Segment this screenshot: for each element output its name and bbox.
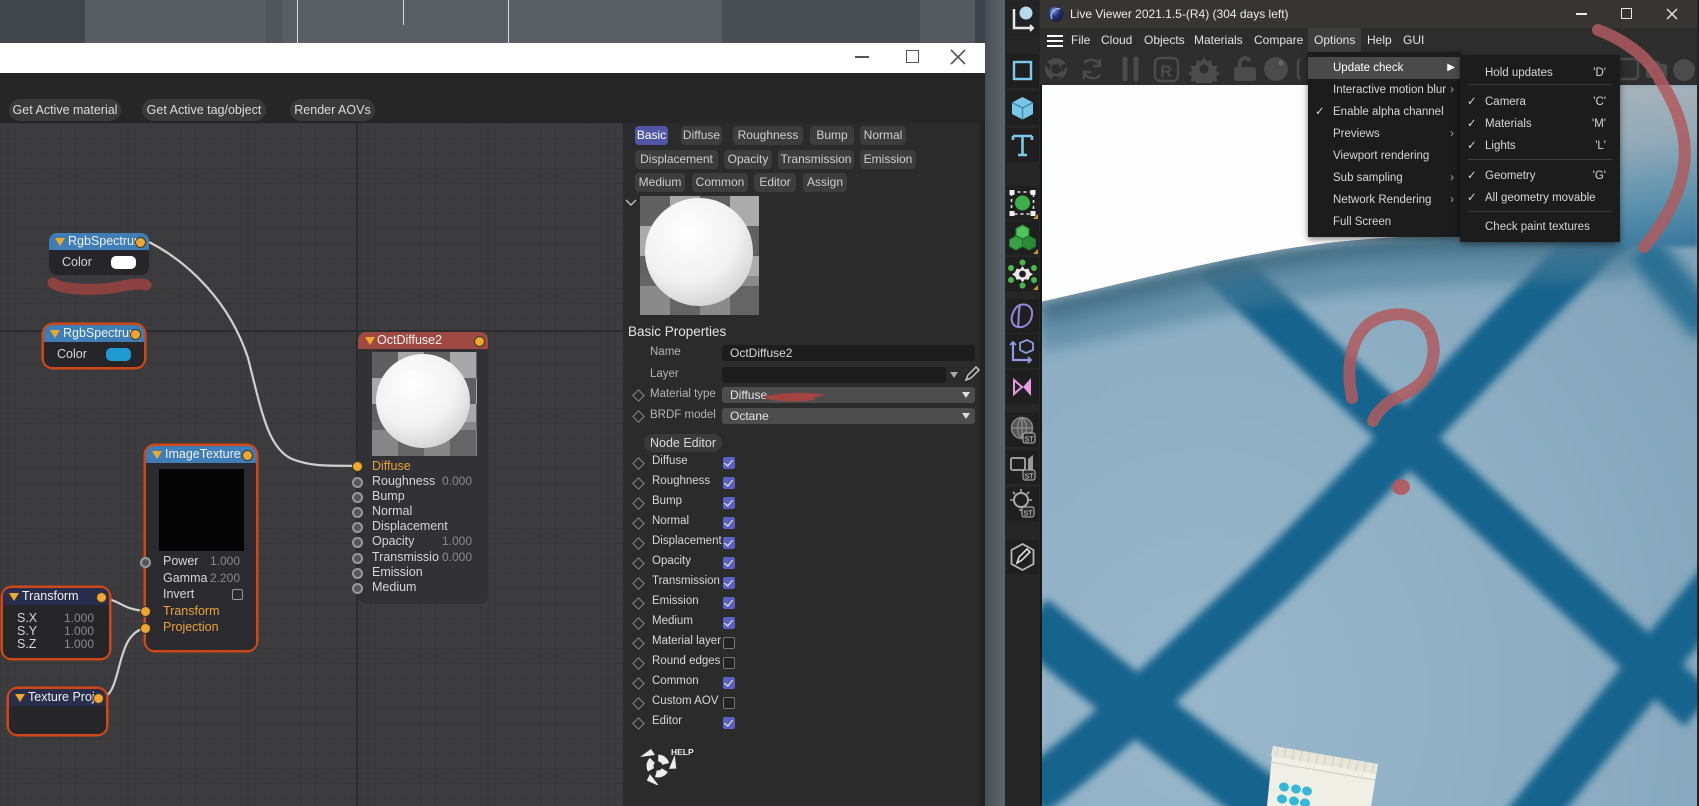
svg-text:ST: ST xyxy=(1025,474,1035,481)
svg-text:ST: ST xyxy=(1024,511,1034,518)
svg-text:HELP: HELP xyxy=(671,747,694,757)
svg-text:ST: ST xyxy=(1025,437,1035,444)
svg-text:R: R xyxy=(1160,62,1172,81)
